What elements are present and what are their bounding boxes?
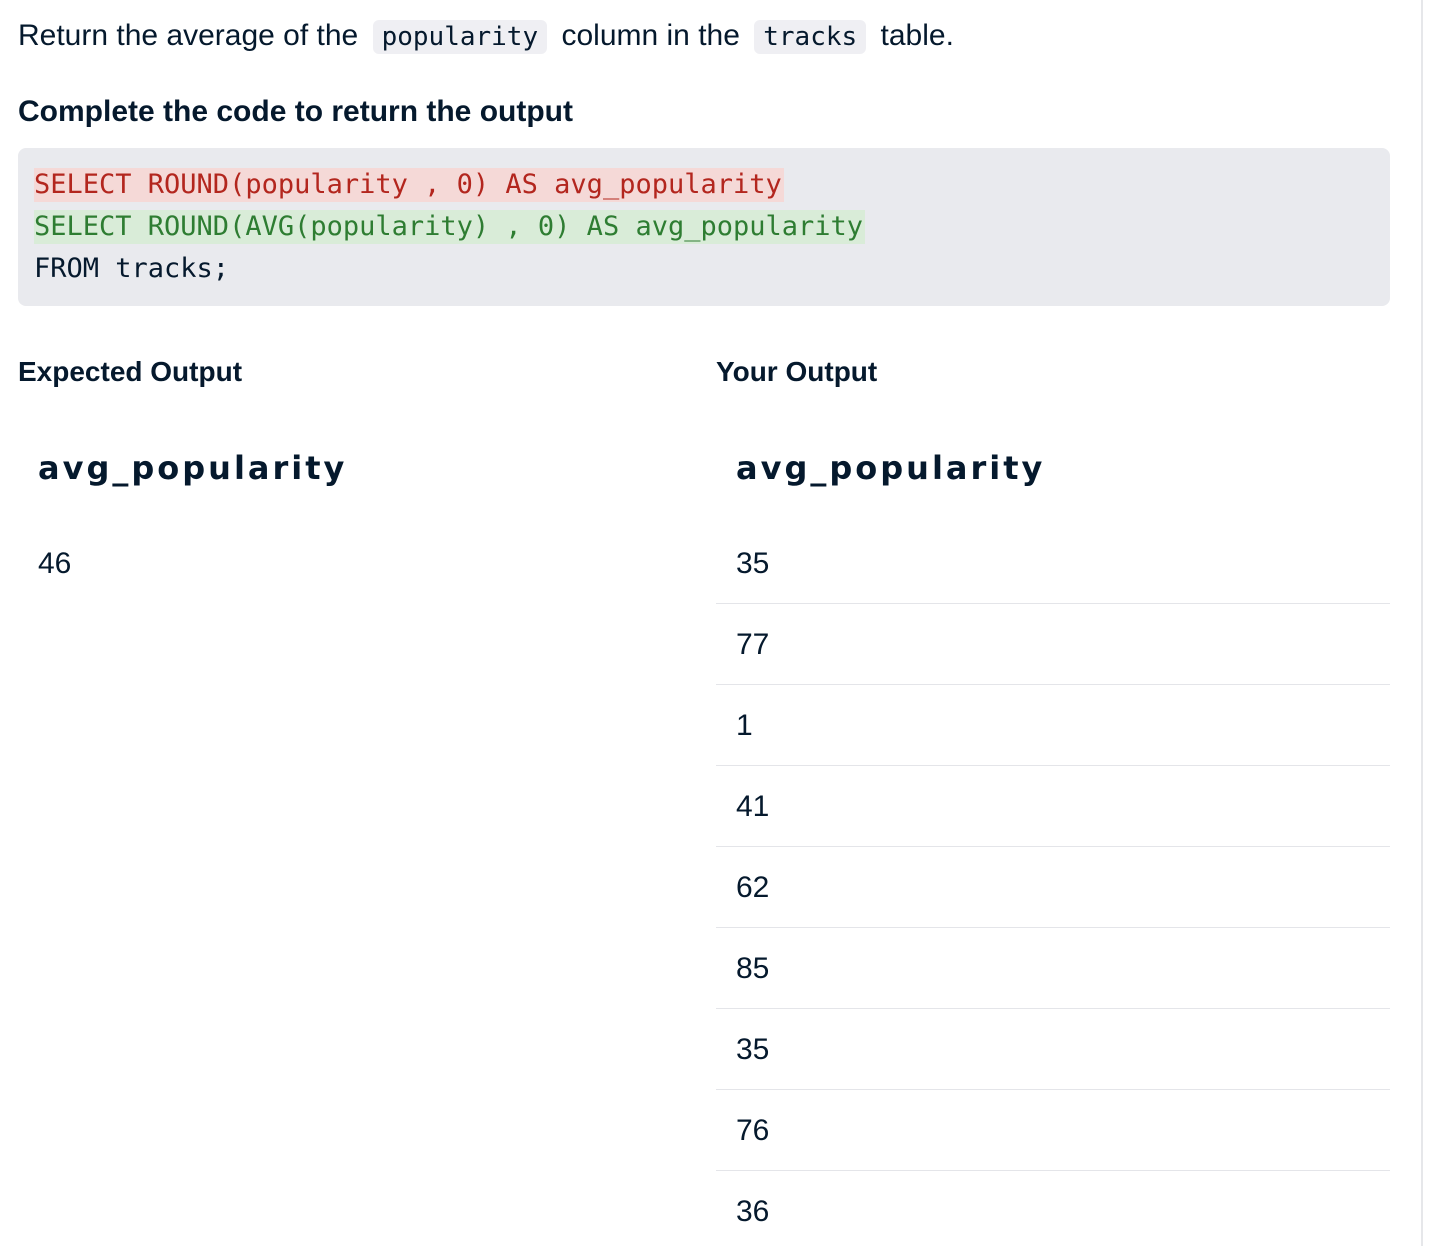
expected-column-header: avg_popularity xyxy=(38,449,348,487)
table-row: 76 xyxy=(716,1090,1390,1171)
expected-rows: 46 xyxy=(18,523,678,604)
table-row: 1 xyxy=(716,685,1390,766)
plain-line-text: FROM tracks; xyxy=(34,253,230,284)
section-heading: Complete the code to return the output xyxy=(18,95,573,128)
removed-line-text: SELECT ROUND(popularity , 0) AS avg_popu… xyxy=(34,168,784,202)
inline-code-popularity: popularity xyxy=(372,20,548,54)
instruction-after: table. xyxy=(880,19,954,52)
table-row: 35 xyxy=(716,1009,1390,1090)
added-line-text: SELECT ROUND(AVG(popularity) , 0) AS avg… xyxy=(34,210,866,244)
table-row: 41 xyxy=(716,766,1390,847)
code-line-plain: FROM tracks; xyxy=(34,248,1374,290)
table-row: 36 xyxy=(736,1195,770,1228)
your-column-header: avg_popularity xyxy=(736,449,1046,487)
table-row: 77 xyxy=(716,604,1390,685)
table-row: 35 xyxy=(716,523,1390,604)
your-output-panel: Your Output avg_popularity 35 77 1 41 62… xyxy=(716,352,1390,1252)
expected-output-panel: Expected Output avg_popularity 46 xyxy=(18,352,678,604)
code-line-added: SELECT ROUND(AVG(popularity) , 0) AS avg… xyxy=(34,206,1374,248)
your-output-title: Your Output xyxy=(716,356,878,387)
instruction-text: Return the average of the popularity col… xyxy=(18,14,954,59)
scrollbar-track[interactable] xyxy=(1421,0,1423,1246)
inline-code-tracks: tracks xyxy=(754,20,867,54)
code-line-removed: SELECT ROUND(popularity , 0) AS avg_popu… xyxy=(34,164,1374,206)
expected-output-title: Expected Output xyxy=(18,356,243,387)
table-row: 85 xyxy=(716,928,1390,1009)
table-row: 46 xyxy=(38,547,72,580)
instruction-middle: column in the xyxy=(561,19,740,52)
your-rows: 35 77 1 41 62 85 35 76 36 xyxy=(716,523,1390,1252)
code-diff-block: SELECT ROUND(popularity , 0) AS avg_popu… xyxy=(18,148,1390,306)
table-row: 62 xyxy=(716,847,1390,928)
instruction-before: Return the average of the xyxy=(18,19,359,52)
